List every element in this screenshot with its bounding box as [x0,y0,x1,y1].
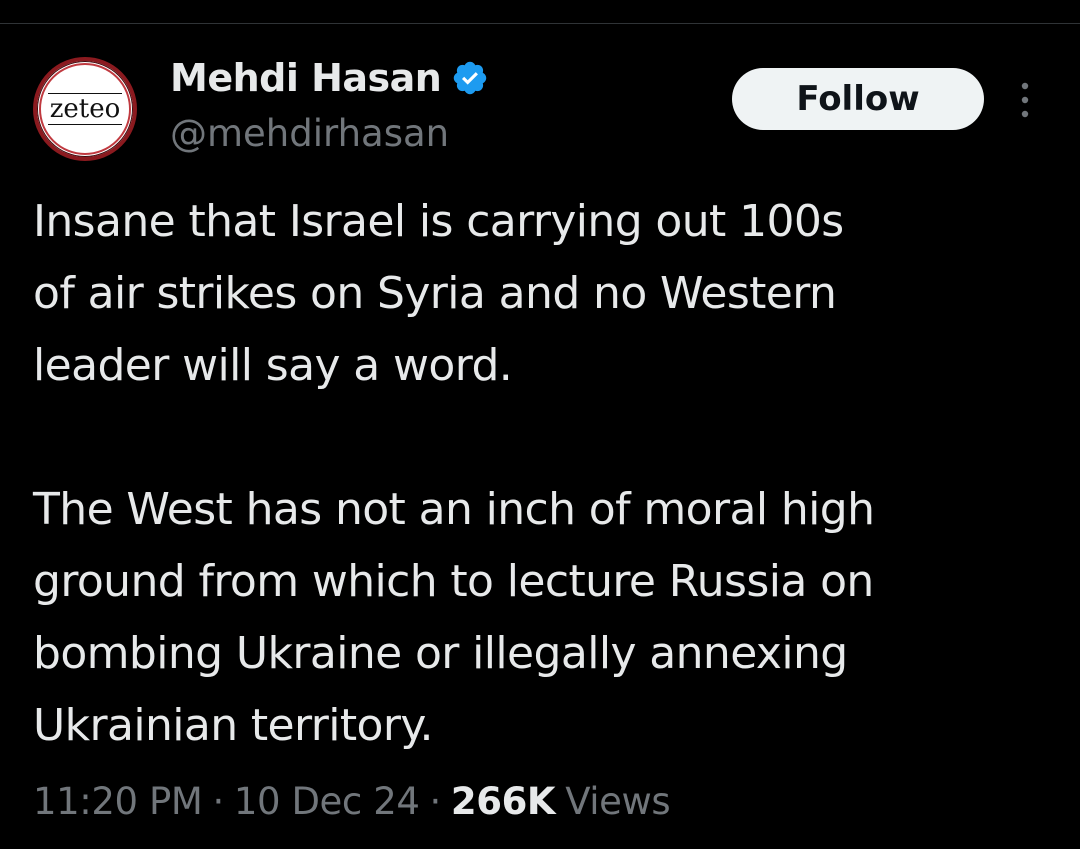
tweet-time[interactable]: 11:20 PM [33,780,203,823]
tweet-paragraph: The West has not an inch of moral high g… [33,484,875,751]
top-divider [0,23,1080,24]
views-label[interactable]: Views [565,780,670,823]
meta-separator: · [429,779,442,823]
meta-separator: · [212,779,224,823]
avatar[interactable]: zeteo [33,57,137,161]
tweet-date[interactable]: 10 Dec 24 [234,780,420,823]
more-dots-vertical-icon [1021,82,1029,118]
tweet-meta: 11:20 PM · 10 Dec 24 · 266K Views [33,774,671,828]
avatar-logo: zeteo [39,63,131,155]
author-name-row: Mehdi Hasan [170,54,489,102]
verified-badge-icon[interactable] [451,59,489,97]
avatar-logo-text: zeteo [47,93,123,125]
follow-button[interactable]: Follow [732,68,984,130]
views-count[interactable]: 266K [451,780,556,823]
tweet-text: Insane that Israel is carrying out 100s … [33,186,1053,762]
author-display-name[interactable]: Mehdi Hasan [170,56,442,100]
author-handle[interactable]: @mehdirhasan [170,110,449,158]
tweet-paragraph: Insane that Israel is carrying out 100s … [33,196,844,391]
more-options-button[interactable] [1010,78,1040,122]
